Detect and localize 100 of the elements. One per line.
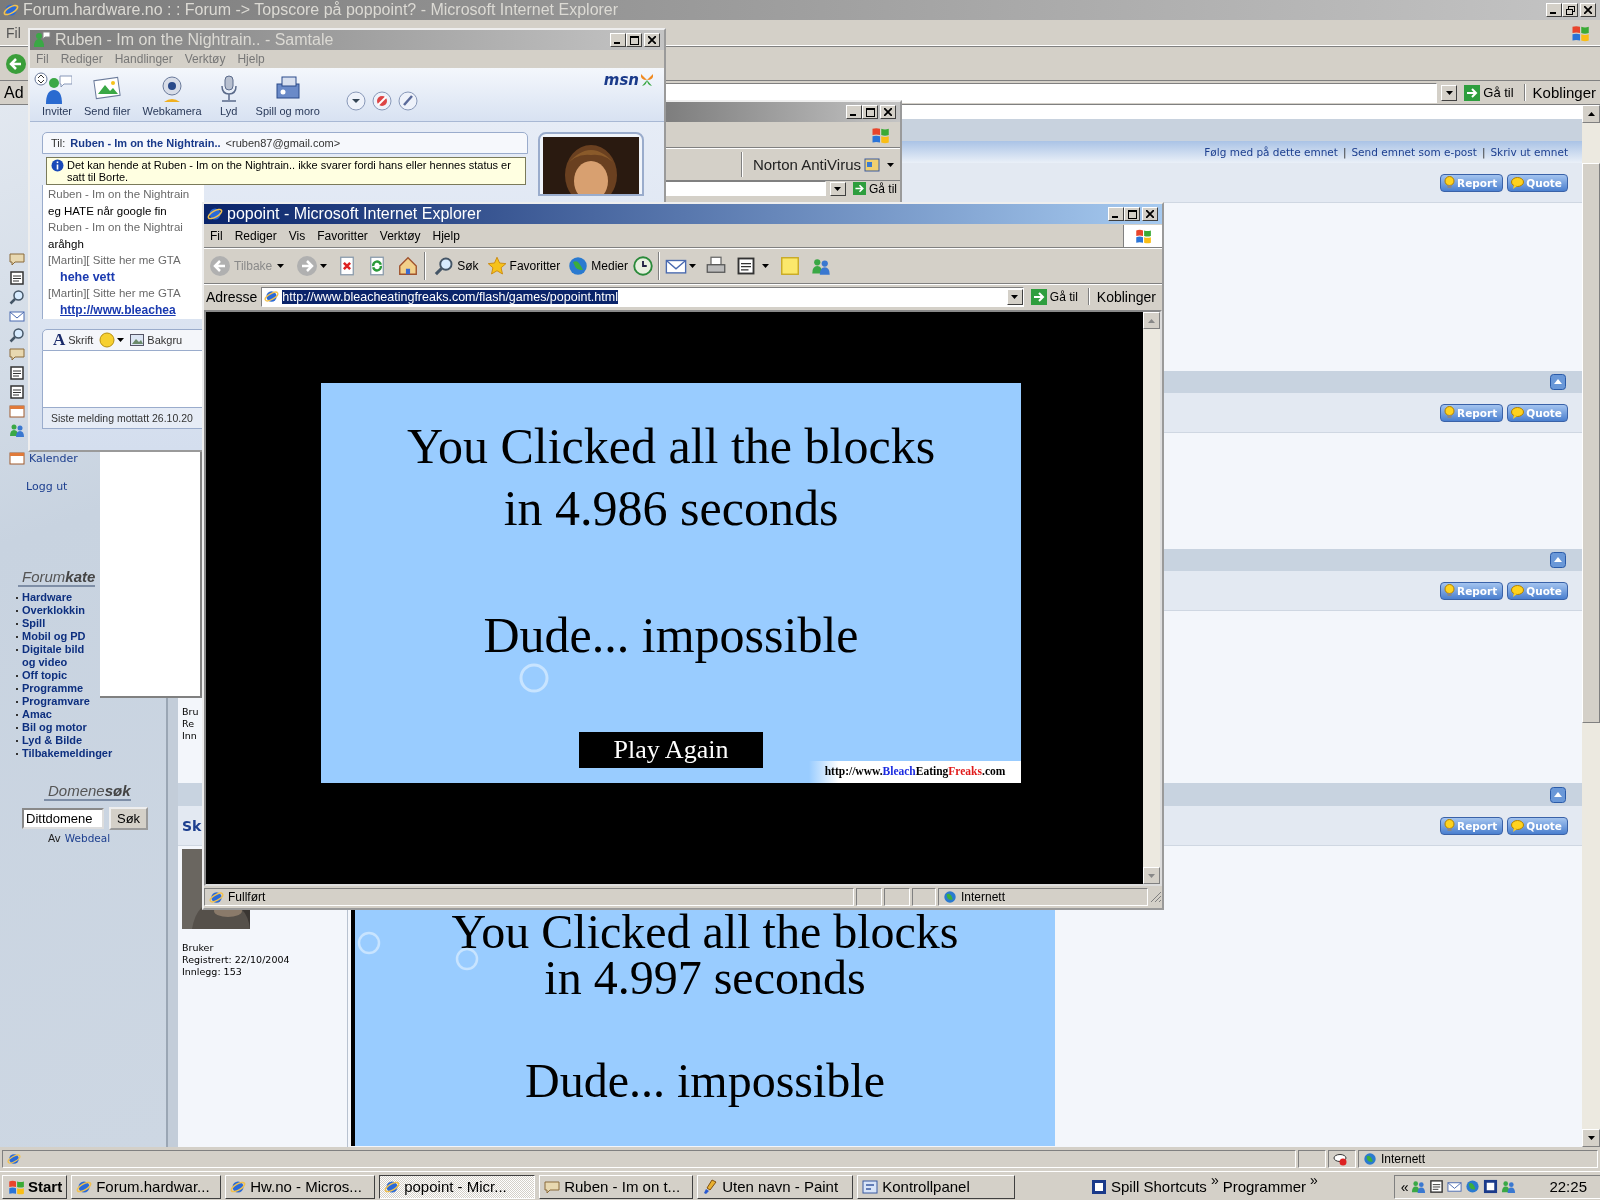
start-button[interactable]: Start — [2, 1174, 68, 1199]
separator-text: | — [1481, 146, 1486, 158]
toolbar-button[interactable]: Send filer — [78, 74, 137, 117]
dropdown-button[interactable] — [830, 181, 846, 196]
message-link[interactable]: http://www.bleachea — [60, 302, 176, 317]
chevron-button[interactable]: » — [1310, 1172, 1318, 1188]
dropdown-button[interactable] — [1441, 84, 1458, 101]
bulb-icon — [1444, 176, 1456, 189]
close-button[interactable] — [1142, 207, 1158, 221]
category-link[interactable]: Hardware — [22, 591, 73, 604]
maximize-icon — [865, 107, 875, 117]
toolbar-button[interactable]: Programmer — [1222, 1178, 1307, 1195]
play-again-button[interactable]: Play Again — [579, 732, 763, 768]
address-field[interactable]: http://www.bleacheatingfreaks.com/flash/games/popoint.html — [261, 286, 1024, 307]
dropdown-button[interactable] — [1006, 288, 1023, 305]
links-button[interactable]: Koblinger — [1532, 84, 1596, 101]
category-link[interactable]: Tilbakemeldinger — [22, 747, 113, 760]
category-link[interactable]: Lyd & Bilde — [22, 734, 83, 747]
chevron-button[interactable]: » — [1210, 1172, 1219, 1188]
domain-field[interactable]: Dittdomene — [22, 808, 104, 829]
user-info-text: Bru — [182, 706, 200, 718]
nav-link[interactable]: Kalender — [29, 451, 78, 465]
go-icon — [1030, 288, 1047, 305]
toolbar-button[interactable]: Spill og moro — [249, 74, 326, 117]
sender-text: [Martin][ Sitte her me GTA — [48, 254, 181, 266]
close-icon — [1584, 6, 1592, 14]
tray-toggle-button[interactable]: « — [1400, 1178, 1409, 1195]
menu-item[interactable]: Rediger — [228, 228, 283, 243]
bulb-icon — [1444, 406, 1456, 419]
toolbar-button[interactable]: Norton AntiVirus — [749, 156, 883, 173]
menu-item[interactable]: Favoritter — [311, 228, 374, 243]
category-link[interactable]: Bil og motor — [22, 721, 87, 734]
menu-item[interactable]: Vis — [282, 228, 312, 243]
result-text: Dude... impossible — [483, 606, 859, 665]
taskbar-button[interactable]: Hw.no - Micros... — [225, 1174, 376, 1199]
caret-icon — [761, 264, 769, 268]
sender-text: Ruben - Im on the Nightrai — [48, 221, 183, 233]
favorites-button[interactable]: Favoritter — [483, 256, 564, 276]
globe-icon — [568, 256, 589, 276]
address-field[interactable] — [663, 82, 1438, 103]
search-button[interactable]: Søk — [431, 256, 482, 276]
taskbar-button[interactable]: popoint - Micr... — [379, 1174, 536, 1199]
author-name[interactable]: Sk — [182, 817, 202, 834]
category-link[interactable]: Off topic — [22, 669, 68, 682]
emoticon-icon — [99, 332, 116, 348]
credit-link[interactable]: Webdeal — [64, 832, 111, 844]
contact-email: <ruben87@gmail.com> — [225, 137, 341, 149]
go-button[interactable]: Gå til — [850, 181, 900, 196]
go-button[interactable]: Gå til — [1027, 288, 1081, 305]
section-heading: Forumkate — [18, 568, 96, 587]
speech-bubble-icon — [9, 346, 25, 362]
scrollbar[interactable] — [1582, 105, 1600, 1147]
topic-link[interactable]: Følg med på dette emnet — [1204, 146, 1338, 158]
browser-icon — [7, 1152, 21, 1166]
mail-icon — [1447, 1179, 1463, 1194]
menu-item[interactable]: Hjelp — [426, 228, 466, 243]
scrollbar[interactable] — [1143, 312, 1160, 884]
toolbar-button[interactable]: Spill Shortcuts — [1091, 1178, 1207, 1195]
maximize-button[interactable] — [1124, 207, 1140, 221]
note-icon — [778, 255, 801, 277]
taskbar-button[interactable]: Uten navn - Paint — [697, 1174, 854, 1199]
minimize-button[interactable] — [1108, 207, 1124, 221]
go-button[interactable]: Gå til — [1461, 84, 1517, 101]
taskbar-button[interactable]: Forum.hardwar... — [71, 1174, 222, 1199]
user-info-text: Registrert: 22/10/2004 — [182, 954, 291, 966]
menu-item[interactable]: Verktøy — [373, 228, 427, 243]
search-button[interactable]: Søk — [109, 807, 149, 830]
taskbar-button[interactable]: Kontrollpanel — [857, 1174, 1016, 1199]
taskbar-button[interactable]: Ruben - Im on t... — [539, 1174, 694, 1199]
credit-text: http://www.BleachEatingFreaks.com — [809, 761, 1021, 783]
category-link[interactable]: Programme — [22, 682, 84, 695]
pen-icon — [397, 91, 418, 111]
credit-text: Av — [48, 832, 61, 844]
up-arrow-icon — [1587, 112, 1595, 116]
menu-item[interactable]: Fil — [0, 24, 27, 41]
message-input[interactable] — [42, 351, 204, 407]
bulb-icon — [1444, 819, 1456, 832]
category-link[interactable]: Spill — [22, 617, 46, 630]
back-icon — [209, 255, 231, 277]
browser-icon — [264, 289, 280, 304]
game-icon — [1091, 1178, 1107, 1195]
speech-bubble-icon — [1511, 176, 1525, 189]
topic-link[interactable]: Skriv ut emnet — [1490, 146, 1568, 158]
nav-link[interactable]: Logg ut — [26, 479, 68, 493]
toolbar-button[interactable]: Inviter — [36, 74, 78, 117]
category-link[interactable]: Mobil og PD — [22, 630, 86, 643]
category-link[interactable]: Overklokkin — [22, 604, 85, 617]
category-link[interactable]: Programvare — [22, 695, 90, 708]
menu-item[interactable]: Fil — [204, 228, 229, 243]
category-link[interactable]: Amac — [22, 708, 52, 721]
links-button[interactable]: Koblinger — [1096, 288, 1160, 305]
toolbar-button[interactable]: Webkamera — [136, 74, 208, 117]
toolbar-button[interactable]: Lyd — [207, 74, 250, 117]
font-button[interactable]: A Skrift — [53, 330, 94, 350]
clock-text: 22:25 — [1549, 1178, 1587, 1195]
address-field[interactable] — [664, 181, 826, 196]
media-button[interactable]: Medier — [565, 256, 631, 276]
background-button[interactable]: Bakgru — [130, 334, 183, 346]
topic-link[interactable]: Send emnet som e-post — [1351, 146, 1477, 158]
category-link[interactable]: Digitale bild og video — [22, 643, 85, 669]
